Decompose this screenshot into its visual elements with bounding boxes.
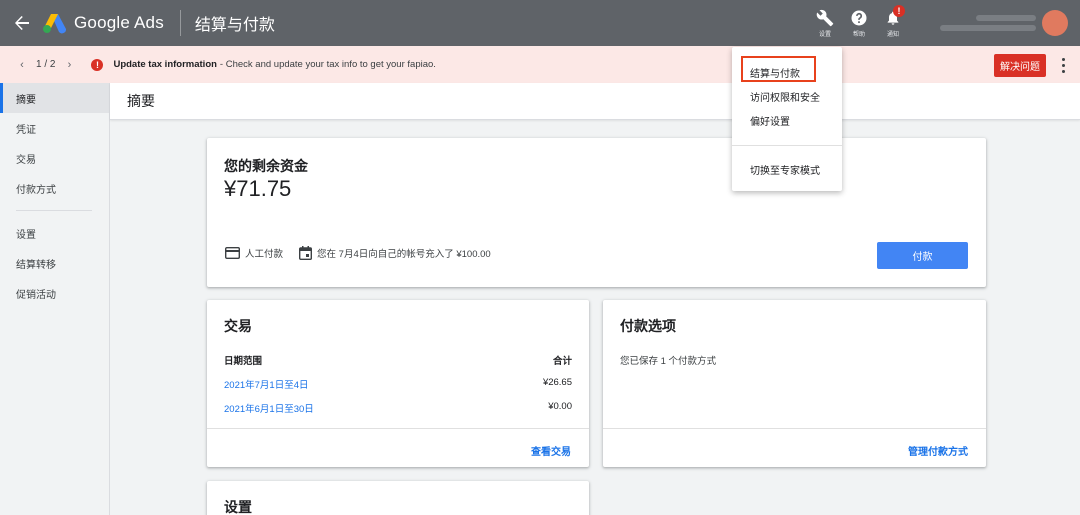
more-vert-icon[interactable] bbox=[1056, 56, 1070, 74]
credit-card-icon bbox=[225, 247, 240, 259]
wrench-icon bbox=[816, 9, 834, 26]
back-arrow-button[interactable] bbox=[2, 0, 42, 46]
sidebar-item-settings[interactable]: 设置 bbox=[0, 218, 109, 248]
transaction-amount: ¥0.00 bbox=[548, 401, 572, 412]
card-divider bbox=[207, 428, 589, 429]
sidebar-nav: 摘要 凭证 交易 付款方式 设置 结算转移 促销活动 bbox=[0, 83, 110, 515]
sidebar-item-promotions[interactable]: 促销活动 bbox=[0, 278, 109, 308]
payment-type: 人工付款 bbox=[245, 249, 284, 260]
menu-item-billing[interactable]: 结算与付款 bbox=[750, 65, 800, 80]
sidebar-item-payment-methods[interactable]: 付款方式 bbox=[0, 173, 109, 203]
menu-item-preferences[interactable]: 偏好设置 bbox=[750, 113, 790, 128]
column-header-range: 日期范围 bbox=[224, 356, 263, 367]
table-row: 2021年6月1日至30日 ¥0.00 bbox=[224, 401, 572, 415]
tool-label: 设置 bbox=[818, 31, 831, 38]
settings-title: 设置 bbox=[224, 499, 252, 515]
saved-methods-text: 您已保存 1 个付款方式 bbox=[620, 356, 717, 367]
sidebar-item-billing-transfer[interactable]: 结算转移 bbox=[0, 248, 109, 278]
transaction-range-link[interactable]: 2021年7月1日至4日 bbox=[224, 377, 308, 391]
transactions-title: 交易 bbox=[224, 318, 252, 334]
arrow-left-icon bbox=[15, 16, 29, 30]
payment-options-title: 付款选项 bbox=[620, 318, 676, 334]
notification-pager: ‹ 1 / 2 › bbox=[14, 59, 77, 71]
help-icon bbox=[851, 10, 867, 25]
balance-card: 您的剩余资金 ¥71.75 人工付款 您在 7月4日向自己的帐号充入了 ¥100… bbox=[207, 138, 986, 287]
error-icon: ! bbox=[91, 58, 104, 71]
calendar-icon bbox=[299, 246, 313, 260]
manage-payment-methods-link[interactable]: 管理付款方式 bbox=[908, 443, 968, 458]
header-divider bbox=[179, 10, 181, 36]
transaction-amount: ¥26.65 bbox=[542, 377, 572, 388]
sidebar-item-transactions[interactable]: 交易 bbox=[0, 143, 109, 173]
transaction-range-link[interactable]: 2021年6月1日至30日 bbox=[224, 401, 314, 415]
help-button[interactable]: 帮助 bbox=[842, 0, 876, 46]
tools-settings-button[interactable]: 设置 bbox=[808, 0, 842, 46]
brand-name: Google Ads bbox=[74, 13, 164, 32]
balance-label: 您的剩余资金 bbox=[224, 158, 308, 174]
sidebar-item-summary[interactable]: 摘要 bbox=[0, 83, 109, 113]
card-divider bbox=[603, 428, 986, 429]
google-ads-logo-icon bbox=[43, 14, 67, 34]
menu-divider bbox=[732, 145, 842, 146]
chevron-left-icon[interactable]: ‹ bbox=[14, 59, 30, 71]
payment-options-card: 付款选项 您已保存 1 个付款方式 管理付款方式 bbox=[603, 300, 986, 467]
column-header-total: 合计 bbox=[552, 356, 572, 367]
tool-label: 通知 bbox=[886, 31, 899, 38]
pager-count: 1 / 2 bbox=[36, 59, 56, 70]
page-heading: 结算与付款 bbox=[194, 17, 275, 34]
avatar[interactable] bbox=[1042, 10, 1068, 36]
notification-bar: ‹ 1 / 2 › ! Update tax information - Che… bbox=[0, 46, 1080, 83]
table-row: 2021年7月1日至4日 ¥26.65 bbox=[224, 377, 572, 391]
balance-amount: ¥71.75 bbox=[224, 176, 292, 201]
tool-label: 帮助 bbox=[852, 31, 865, 38]
notification-badge: ! bbox=[893, 5, 905, 17]
menu-item-access[interactable]: 访问权限和安全 bbox=[750, 89, 820, 104]
transactions-header-row: 日期范围 合计 bbox=[224, 353, 572, 367]
make-payment-button[interactable]: 付款 bbox=[877, 242, 968, 269]
resolve-issue-button[interactable]: 解决问题 bbox=[994, 54, 1046, 77]
sidebar-item-documents[interactable]: 凭证 bbox=[0, 113, 109, 143]
transactions-card: 交易 日期范围 合计 2021年7月1日至4日 ¥26.65 2021年6月1日… bbox=[207, 300, 589, 467]
menu-item-expert-mode[interactable]: 切换至专家模式 bbox=[750, 162, 820, 177]
notifications-button[interactable]: ! 通知 bbox=[876, 0, 910, 46]
top-app-bar: Google Ads 结算与付款 设置 帮助 ! 通知 bbox=[0, 0, 1080, 46]
settings-card: 设置 bbox=[207, 481, 589, 515]
sidebar-divider bbox=[16, 210, 92, 211]
page-title: 摘要 bbox=[110, 83, 1080, 120]
tools-dropdown-menu: 结算与付款 访问权限和安全 偏好设置 切换至专家模式 bbox=[732, 47, 842, 191]
view-transactions-link[interactable]: 查看交易 bbox=[531, 443, 571, 458]
notification-title: Update tax information bbox=[113, 59, 217, 70]
notification-message: - Check and update your tax info to get … bbox=[219, 59, 436, 70]
last-payment-text: 您在 7月4日向自己的帐号充入了 ¥100.00 bbox=[317, 249, 491, 260]
chevron-right-icon[interactable]: › bbox=[61, 59, 77, 71]
account-info-blurred[interactable] bbox=[940, 11, 1036, 35]
